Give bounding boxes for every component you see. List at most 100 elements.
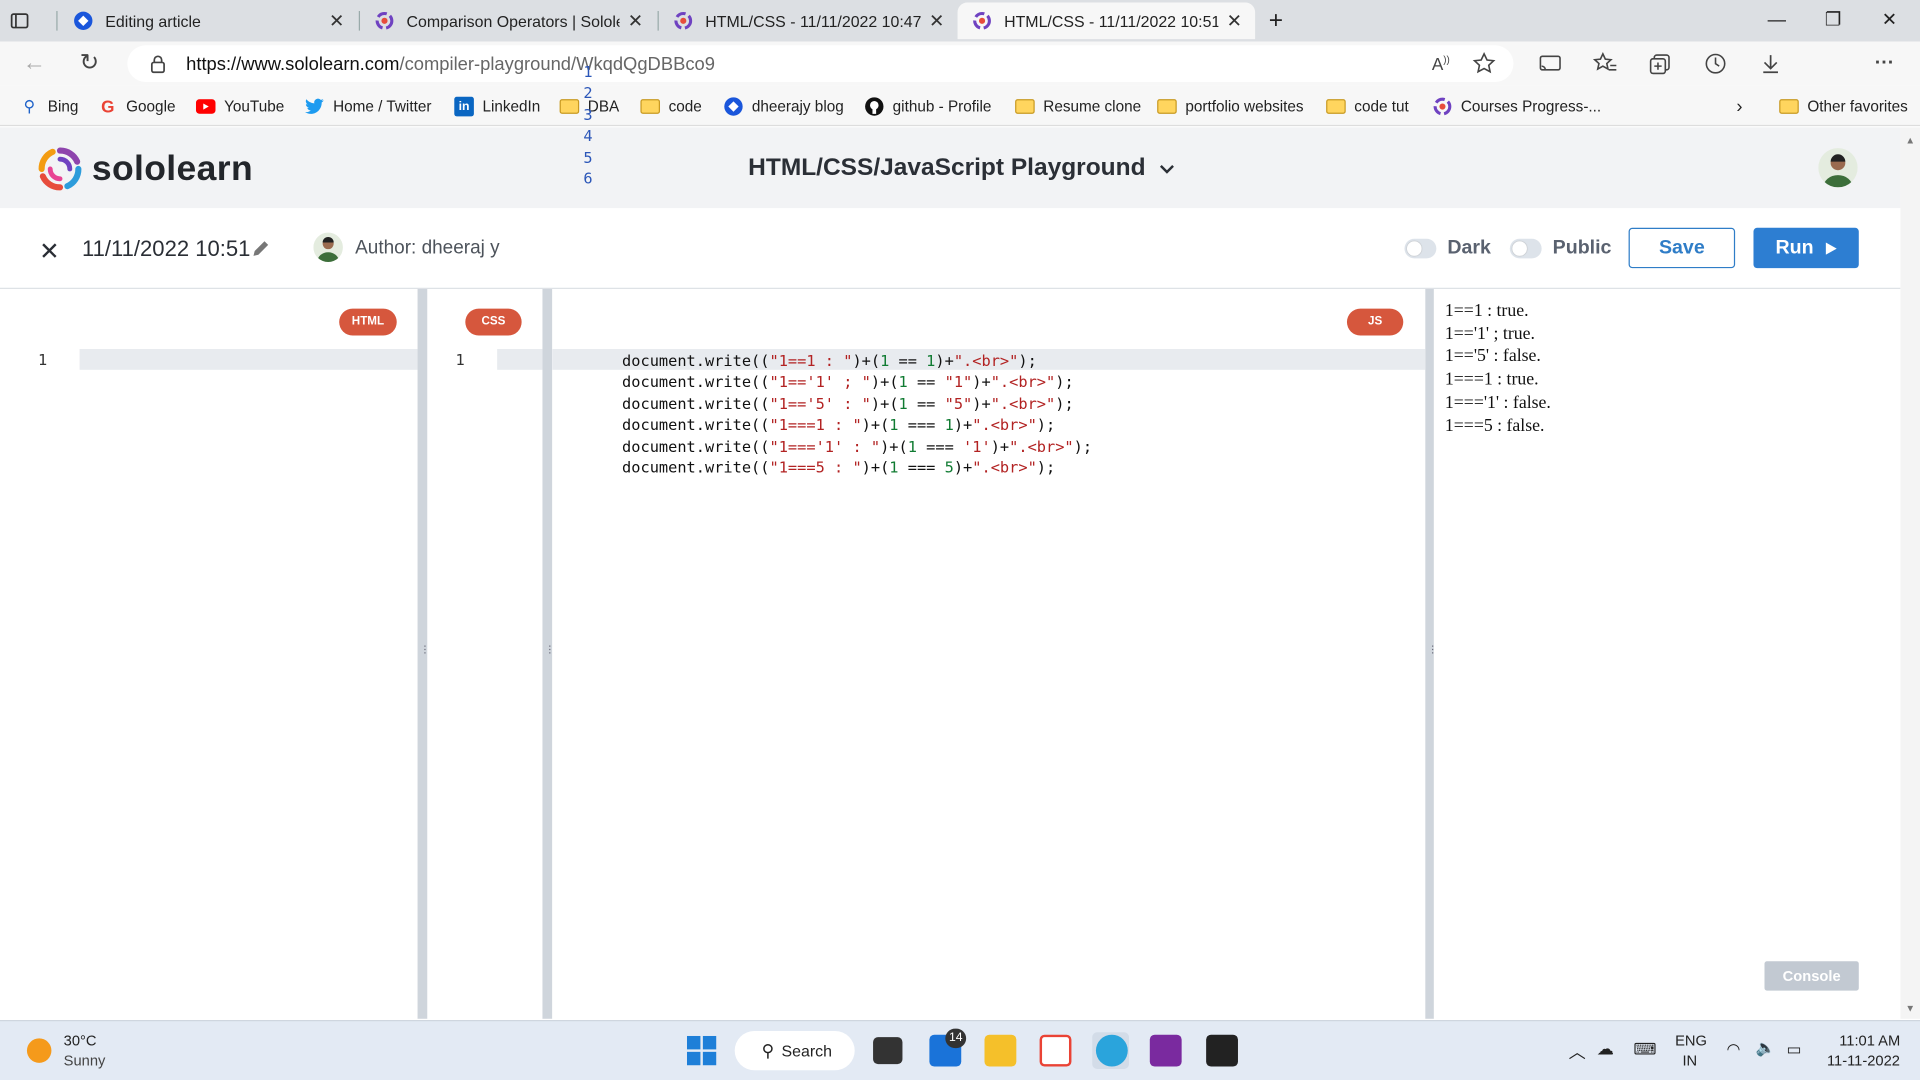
close-icon[interactable]: ✕ [39,236,60,267]
sololearn-logo[interactable]: sololearn [38,147,253,191]
bookmark-google[interactable]: G Google [98,96,175,118]
github-icon [864,97,884,117]
active-line[interactable] [79,348,418,370]
tab-actions-button[interactable] [10,2,44,39]
language-indicator[interactable]: ENG [1675,1032,1707,1049]
wifi-icon[interactable]: ◠ [1727,1040,1741,1060]
sun-icon[interactable] [26,1038,52,1063]
dark-toggle[interactable] [1404,238,1437,259]
clock-time[interactable]: 11:01 AM [1839,1032,1900,1049]
js-line-numbers: 1 2 3 4 5 6 [583,62,593,188]
search-icon: ⚲ [23,96,36,116]
run-button[interactable]: Run [1753,227,1859,269]
play-icon [1825,241,1837,255]
html-editor[interactable]: HTML 1 [0,288,418,1019]
favorites-icon[interactable] [1593,51,1617,75]
cast-icon[interactable] [1538,51,1562,75]
address-bar[interactable]: https://www.sololearn.com/compiler-playg… [127,45,1514,83]
gmail-icon[interactable] [1039,1034,1072,1067]
tab-html-css-1047[interactable]: HTML/CSS - 11/11/2022 10:47 C ✕ [659,2,958,39]
edge-icon[interactable] [1095,1034,1128,1067]
linkedin-icon: in [454,96,474,117]
save-button[interactable]: Save [1628,227,1736,269]
pencil-icon[interactable] [251,239,271,259]
collections-icon[interactable] [1648,51,1672,75]
clock-date[interactable]: 11-11-2022 [1827,1052,1900,1069]
sololearn-icon [674,11,693,30]
taskbar-search[interactable]: ⚲ Search [734,1031,855,1071]
bookmark-other-favorites[interactable]: Other favorites [1779,96,1908,118]
chevron-up-icon[interactable]: ︿ [1569,1040,1586,1064]
task-view-icon[interactable] [873,1037,903,1065]
tab-html-css-1051-active[interactable]: HTML/CSS - 11/11/2022 10:51 C ✕ [957,2,1256,40]
resize-handle-css-js[interactable]: ⋮ [542,288,555,1019]
folder-icon [640,97,661,117]
file-explorer-icon[interactable] [984,1034,1017,1067]
weather-label[interactable]: Sunny [64,1052,106,1069]
bookmark-github[interactable]: github - Profile [864,96,991,118]
js-badge: JS [1346,308,1404,336]
bookmark-code-tut[interactable]: code tut [1326,96,1409,118]
google-icon: G [101,96,115,117]
bookmark-linkedin[interactable]: in LinkedIn [454,96,540,118]
new-tab-button[interactable]: + [1262,7,1289,34]
address-toolbar: ← ↻ https://www.sololearn.com/compiler-p… [0,41,1920,118]
folder-icon [1157,97,1177,117]
weather-temp[interactable]: 30°C [64,1032,97,1049]
restore-icon[interactable]: ❐ [1820,7,1847,34]
back-icon[interactable]: ← [21,50,48,77]
bookmark-courses-progress[interactable]: Courses Progress-... [1433,96,1601,118]
css-editor[interactable]: CSS 1 [427,288,543,1019]
chevron-right-icon[interactable]: › [1736,96,1742,118]
tab-actions-icon [10,13,29,29]
public-toggle[interactable] [1509,238,1542,259]
refresh-icon[interactable]: ↻ [76,50,103,77]
bookmark-dheerajy-blog[interactable]: dheerajy blog [724,96,844,118]
close-tab-icon[interactable]: ✕ [928,10,945,32]
close-tab-icon[interactable]: ✕ [1226,10,1243,32]
read-aloud-icon[interactable]: A)) [1432,54,1450,74]
close-tab-icon[interactable]: ✕ [328,10,345,32]
bookmark-resume-clone[interactable]: Resume clone [1015,96,1141,118]
keyboard-icon[interactable]: ⌨ [1633,1040,1656,1060]
page-scrollbar[interactable]: ▲ ▼ [1900,127,1920,1019]
playground-selector[interactable]: HTML/CSS/JavaScript Playground [748,154,1175,182]
more-menu-icon[interactable]: ··· [1871,50,1898,77]
minimize-icon[interactable]: — [1763,7,1790,34]
bookmark-bing[interactable]: ⚲ Bing [20,96,79,118]
code-line: document.write(("1=='5' : ")+(1 == "5")+… [622,394,1074,413]
folder-icon [559,97,580,117]
download-icon[interactable] [1758,51,1782,75]
close-tab-icon[interactable]: ✕ [627,10,644,32]
bookmark-twitter[interactable]: Home / Twitter [304,96,431,118]
windows-start-icon[interactable] [686,1035,717,1066]
battery-icon[interactable]: ▭ [1787,1040,1802,1060]
user-avatar[interactable] [1818,148,1858,188]
bookmark-code[interactable]: code [640,96,702,118]
onenote-icon[interactable] [1149,1034,1182,1067]
search-icon: ⚲ [761,1040,775,1060]
bookmark-portfolio-websites[interactable]: portfolio websites [1157,96,1304,118]
sticky-notes-icon[interactable] [1206,1034,1238,1067]
console-button[interactable]: Console [1764,961,1859,991]
tab-editing-article[interactable]: Editing article ✕ [59,2,358,39]
onedrive-icon[interactable]: ☁ [1597,1038,1614,1059]
code-line: document.write(("1==='1' : ")+(1 === '1'… [622,436,1093,456]
history-icon[interactable] [1703,51,1727,75]
resize-handle-html-css[interactable]: ⋮ [417,288,430,1019]
output-text: 1==1 : true. 1=='1' ; true. 1=='5' : fal… [1444,301,1551,436]
tab-comparison-operators[interactable]: Comparison Operators | Sololearn ✕ [360,2,656,39]
blog-diamond-icon [724,97,744,117]
js-code[interactable]: document.write(("1==1 : ")+(1 == 1)+".<b… [622,350,1092,478]
volume-icon[interactable]: 🔈 [1756,1038,1776,1058]
add-favorite-icon[interactable] [1472,51,1496,75]
region-indicator[interactable]: IN [1682,1052,1697,1069]
html-badge: HTML [339,308,397,336]
scroll-up-icon[interactable]: ▲ [1905,135,1915,146]
close-window-icon[interactable]: ✕ [1876,7,1903,34]
active-line[interactable] [497,348,543,370]
grip-icon: ⋮ [420,644,430,656]
scroll-down-icon[interactable]: ▼ [1905,1003,1915,1014]
bookmark-youtube[interactable]: YouTube [195,96,284,118]
resize-handle-js-output[interactable]: ⋮ [1425,288,1438,1019]
